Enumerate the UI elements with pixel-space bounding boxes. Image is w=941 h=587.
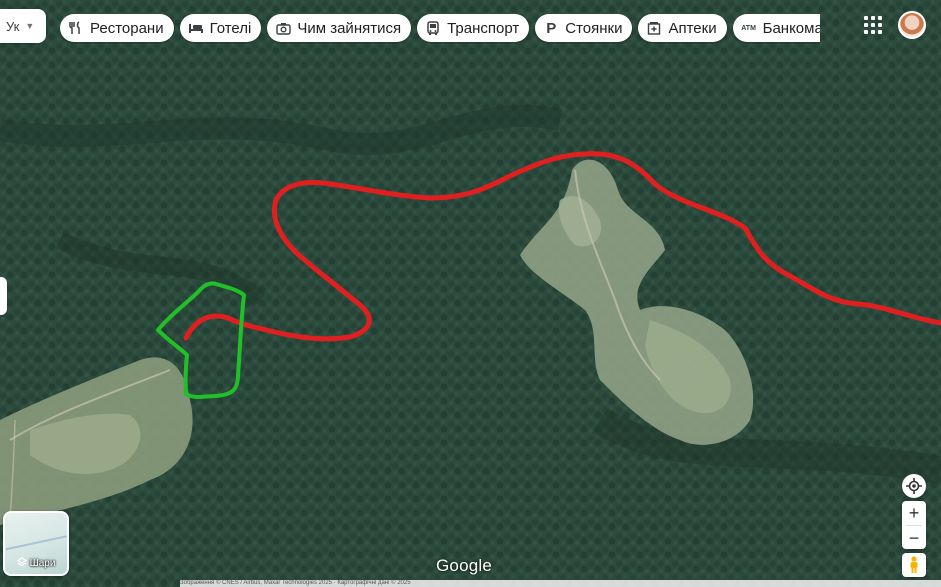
street-view-pegman-icon[interactable] [902, 553, 926, 577]
search-box[interactable]: Ук ▼ [0, 9, 46, 43]
camera-icon [275, 20, 291, 36]
search-text: Ук [6, 18, 20, 34]
chip-atm[interactable]: ATM Банкомат [732, 14, 820, 42]
bus-icon [425, 20, 441, 36]
atm-icon: ATM [741, 24, 756, 32]
satellite-map[interactable] [0, 0, 941, 587]
side-panel-toggle[interactable] [0, 277, 7, 315]
chip-hotels[interactable]: Готелі [179, 14, 262, 42]
chip-parking[interactable]: P Стоянки [535, 14, 633, 42]
layers-button[interactable]: Шари [3, 511, 69, 576]
apps-grid-icon[interactable] [862, 14, 884, 36]
category-chips: Ресторани Готелі Чим зайнятися Транспорт… [60, 14, 820, 44]
chip-pharmacies[interactable]: Аптеки [638, 14, 727, 42]
chip-label: Банкомат [762, 19, 820, 37]
crosshair-icon [906, 478, 922, 494]
chip-label: Ресторани [90, 19, 164, 37]
map-attribution: Зображення © CNES / Airbus, Maxar Techno… [180, 580, 941, 587]
chip-label: Чим зайнятися [297, 19, 402, 37]
layers-icon [16, 557, 27, 570]
chip-label: Готелі [209, 19, 252, 37]
fork-knife-icon [68, 20, 84, 36]
pharmacy-icon [646, 20, 662, 36]
chip-things-to-do[interactable]: Чим зайнятися [267, 14, 412, 42]
my-location-button[interactable] [902, 474, 926, 498]
layers-thumbnail [5, 533, 67, 551]
chip-label: Стоянки [565, 19, 623, 37]
chip-label: Транспорт [447, 19, 520, 37]
chip-transport[interactable]: Транспорт [417, 14, 530, 42]
zoom-control: + − [902, 501, 926, 549]
layers-label-row: Шари [5, 557, 67, 570]
avatar[interactable] [898, 11, 926, 39]
google-logo: Google [436, 556, 493, 575]
chip-label: Аптеки [668, 19, 717, 37]
zoom-out-button[interactable]: − [902, 526, 926, 550]
bed-icon [188, 20, 204, 36]
layers-text: Шари [29, 558, 56, 569]
chevron-down-icon[interactable]: ▼ [25, 21, 34, 31]
parking-icon: P [546, 19, 557, 37]
zoom-in-button[interactable]: + [902, 501, 926, 525]
chip-restaurants[interactable]: Ресторани [60, 14, 174, 42]
